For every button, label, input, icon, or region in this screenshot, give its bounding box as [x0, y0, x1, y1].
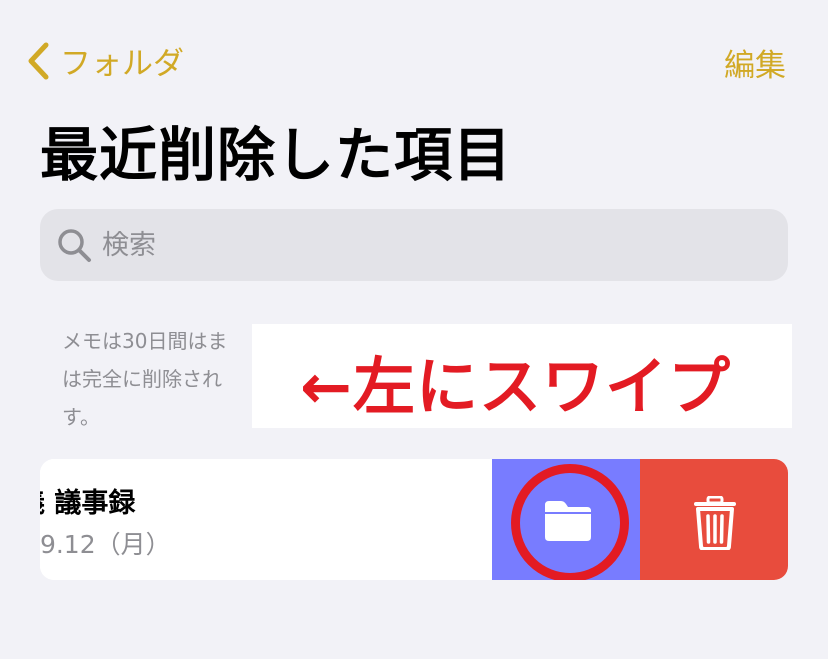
chevron-left-icon [28, 42, 49, 79]
note-date: .9.12（月） [40, 530, 171, 559]
page-title: 最近削除した項目 [40, 121, 513, 189]
search-input[interactable] [100, 228, 704, 262]
note-title: 義 議事録 [40, 488, 136, 519]
edit-button[interactable]: 編集 [724, 40, 786, 85]
note-content[interactable]: 義 議事録 .9.12（月） [40, 459, 492, 580]
delete-button[interactable] [640, 459, 788, 580]
back-button-label: フォルダ [60, 46, 184, 82]
swipe-instruction-text: ←左にスワイプ [300, 350, 731, 423]
highlight-circle [511, 464, 629, 580]
search-icon [58, 229, 91, 262]
trash-icon [694, 496, 736, 550]
note-row[interactable]: 義 議事録 .9.12（月） [40, 459, 788, 580]
search-bar[interactable] [40, 209, 788, 281]
back-button[interactable]: フォルダ [26, 38, 184, 83]
swipe-instruction-overlay: ←左にスワイプ [252, 324, 792, 428]
